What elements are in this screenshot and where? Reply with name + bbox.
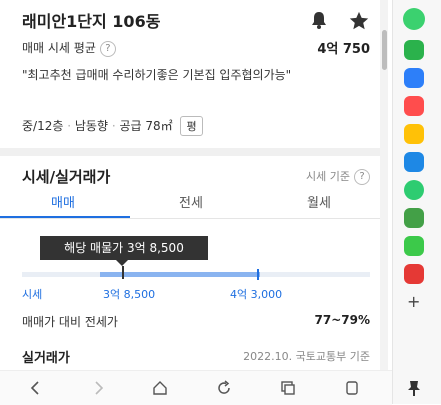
section-divider bbox=[0, 148, 382, 156]
transactions-title: 실거래가 bbox=[22, 351, 70, 366]
game-icon[interactable] bbox=[404, 208, 424, 228]
forward-icon[interactable] bbox=[90, 380, 106, 396]
tab-wolse[interactable]: 월세 bbox=[256, 192, 382, 211]
listing-price-marker bbox=[122, 266, 124, 279]
content-area: 래미안1단지 106동 매매 시세 평균? 4억 750 "최고추천 급매매 수… bbox=[0, 0, 382, 404]
scrollbar-thumb[interactable] bbox=[382, 30, 387, 70]
listing-price-tooltip: 해당 매물가 3억 8,500 bbox=[40, 236, 208, 260]
jeonse-ratio-value: 77~79% bbox=[314, 313, 370, 327]
market-title: 시세/실거래가 bbox=[22, 168, 111, 186]
jeonse-ratio-label: 매매가 대비 전세가 bbox=[22, 315, 118, 329]
listing-info: 중/12층 · 남동향 · 공급 78㎡ 평 bbox=[22, 116, 203, 136]
floor: 중/12층 bbox=[22, 119, 64, 133]
price-label: 매매 시세 평균 bbox=[22, 41, 96, 55]
price-range-fill bbox=[100, 272, 260, 277]
direction: 남동향 bbox=[74, 119, 108, 133]
refresh-icon[interactable] bbox=[216, 380, 232, 396]
price-range-end-marker bbox=[257, 269, 259, 280]
pyeong-button[interactable]: 평 bbox=[180, 116, 203, 136]
page-title: 래미안1단지 106동 bbox=[22, 12, 161, 31]
transactions-source: 2022.10. 국토교통부 기준 bbox=[243, 350, 370, 363]
star-icon[interactable] bbox=[348, 10, 370, 32]
basis-text: 시세 기준 bbox=[306, 170, 350, 183]
map-icon[interactable] bbox=[404, 152, 424, 172]
browser-navbar bbox=[0, 370, 392, 405]
supply-area: 공급 78㎡ bbox=[119, 119, 173, 133]
back-icon[interactable] bbox=[28, 380, 44, 396]
header: 래미안1단지 106동 bbox=[0, 0, 382, 36]
help-icon[interactable]: ? bbox=[354, 169, 370, 185]
tab-sale[interactable]: 매매 bbox=[0, 192, 126, 211]
add-icon[interactable]: + bbox=[407, 292, 420, 311]
home-icon[interactable] bbox=[152, 380, 168, 396]
range-low: 3억 8,500 bbox=[103, 288, 156, 301]
edge-sidebar: + bbox=[392, 0, 441, 404]
range-high: 4억 3,000 bbox=[230, 288, 283, 301]
wallet-icon[interactable] bbox=[404, 96, 424, 116]
price-value: 4억 750 bbox=[317, 42, 370, 57]
now-icon[interactable] bbox=[404, 264, 424, 284]
folder-icon[interactable] bbox=[404, 236, 424, 256]
listing-description: "최고추천 급매매 수리하기좋은 기본집 입주협의가능" bbox=[22, 68, 292, 82]
trade-type-tabs: 매매 전세 월세 bbox=[0, 190, 382, 219]
tab-jeonse[interactable]: 전세 bbox=[128, 192, 254, 211]
pin-icon[interactable] bbox=[407, 380, 421, 396]
share-icon[interactable] bbox=[344, 380, 360, 396]
tabs-icon[interactable] bbox=[280, 380, 296, 396]
briefcase-icon[interactable] bbox=[404, 68, 424, 88]
chat-icon[interactable] bbox=[404, 40, 424, 60]
help-icon[interactable]: ? bbox=[99, 40, 116, 57]
bell-icon[interactable] bbox=[309, 10, 329, 30]
star-app-icon[interactable] bbox=[404, 124, 424, 144]
green-app-icon[interactable] bbox=[403, 8, 425, 30]
sise-label: 시세 bbox=[22, 288, 43, 301]
basis-label: 시세 기준? bbox=[306, 168, 370, 185]
price-label-row: 매매 시세 평균? bbox=[22, 39, 116, 57]
play-icon[interactable] bbox=[404, 180, 424, 200]
active-tab-indicator bbox=[0, 216, 130, 218]
